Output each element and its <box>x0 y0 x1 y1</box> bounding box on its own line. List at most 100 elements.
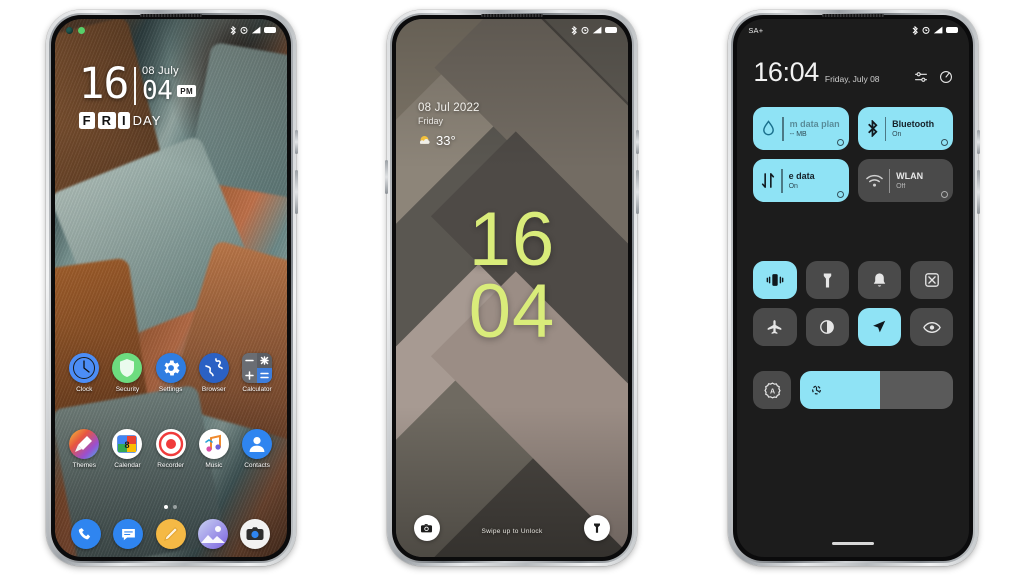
app-label: Clock <box>76 386 93 393</box>
screenshot-toggle[interactable] <box>910 261 954 299</box>
quick-toggle-grid <box>753 261 954 346</box>
signal-icon <box>934 26 943 34</box>
app-recorder[interactable]: Recorder <box>149 429 192 469</box>
camera-icon[interactable] <box>240 519 271 549</box>
volume-button[interactable] <box>294 130 298 154</box>
app-clock[interactable]: Clock <box>63 353 106 393</box>
phone-icon[interactable] <box>70 519 101 549</box>
app-label: Calendar <box>114 462 141 469</box>
app-label: Contacts <box>244 462 270 469</box>
qs-clock: 16:04 <box>753 57 819 87</box>
notes-icon[interactable] <box>155 519 186 549</box>
app-label: Settings <box>158 386 183 393</box>
brightness-row: A <box>753 371 954 409</box>
tile-separator <box>888 168 891 193</box>
lock-clock-hour: 16 <box>468 197 556 282</box>
status-bar <box>396 19 628 41</box>
app-contacts[interactable]: Contacts <box>235 429 278 469</box>
tile-data-plan[interactable]: m data plan -- MB <box>753 107 849 150</box>
signal-icon <box>251 26 261 34</box>
app-calculator[interactable]: Calculator <box>235 353 278 393</box>
location-toggle[interactable] <box>857 308 902 346</box>
power-button[interactable] <box>977 170 981 214</box>
app-label: Calculator <box>242 386 272 393</box>
lock-weekday: Friday <box>417 116 443 126</box>
carrier-label: SA+ <box>748 25 764 35</box>
alarm-icon <box>581 26 589 34</box>
battery-icon <box>604 26 617 34</box>
airplane-toggle[interactable] <box>753 308 797 346</box>
weekday-suffix: DAY <box>132 112 162 128</box>
vibrate-toggle[interactable] <box>753 261 797 299</box>
app-label: Security <box>115 386 140 393</box>
power-icon[interactable] <box>939 70 953 84</box>
tile-mobile-data[interactable]: e data On <box>753 159 849 202</box>
clock-minute: 04 <box>141 76 173 106</box>
status-led-icon <box>77 26 85 34</box>
brightness-icon <box>812 385 822 395</box>
lock-clock-minute: 04 <box>468 269 556 355</box>
clock-hour: 16 <box>78 59 130 109</box>
tile-title: WLAN <box>896 171 924 182</box>
volume-button[interactable] <box>977 130 981 154</box>
phone-mockups-stage: 16 08 July 04 PM F R I DAY Clock Securit… <box>0 0 1024 576</box>
phone-3-screen: SA+ 16:04 Friday, July 08 m data plan --… <box>737 19 970 557</box>
clock-widget: 16 08 July 04 PM F R I DAY <box>78 59 197 129</box>
lockscreen-clock: 16 04 <box>396 197 628 355</box>
flashlight-icon <box>823 273 831 287</box>
tile-bluetooth[interactable]: Bluetooth On <box>857 107 954 150</box>
app-music[interactable]: Music <box>192 429 235 469</box>
unlock-hint: Swipe up to Unlock <box>481 528 543 535</box>
status-icons <box>912 25 959 35</box>
status-bar <box>55 19 287 41</box>
tile-title: e data <box>788 171 815 182</box>
brightness-slider[interactable] <box>800 371 954 409</box>
bluetooth-icon <box>867 120 878 137</box>
page-indicator[interactable] <box>55 505 287 509</box>
notifications-toggle[interactable] <box>857 261 902 299</box>
power-button[interactable] <box>294 170 298 214</box>
sun-icon <box>419 136 430 144</box>
tile-wlan[interactable]: WLAN Off <box>857 159 954 202</box>
tile-settings-icon[interactable] <box>941 139 949 146</box>
app-settings[interactable]: Settings <box>149 353 192 393</box>
auto-brightness-label: A <box>770 387 775 395</box>
auto-brightness-button[interactable]: A <box>753 371 792 409</box>
dock <box>55 519 287 549</box>
app-label: Themes <box>72 462 96 469</box>
app-security[interactable]: Security <box>106 353 149 393</box>
tile-settings-icon[interactable] <box>941 191 949 198</box>
lock-date: 08 Jul 2022 <box>417 102 480 114</box>
app-themes[interactable]: Themes <box>63 429 106 469</box>
eye-icon <box>922 321 941 333</box>
eye-comfort-toggle[interactable] <box>910 308 954 346</box>
sliders-icon[interactable] <box>914 70 928 84</box>
camera-punch-hole <box>65 26 85 34</box>
alarm-icon <box>240 26 248 34</box>
tile-settings-icon[interactable] <box>836 139 844 146</box>
app-browser[interactable]: Browser <box>192 353 235 393</box>
gallery-icon[interactable] <box>198 519 229 549</box>
app-calendar[interactable]: 8 Calendar <box>106 429 149 469</box>
qs-date: Friday, July 08 <box>824 74 880 84</box>
flashlight-toggle[interactable] <box>805 261 849 299</box>
extra-button[interactable] <box>384 160 388 194</box>
tile-settings-icon[interactable] <box>836 191 844 198</box>
tile-subtitle: Off <box>896 182 906 190</box>
volume-button[interactable] <box>635 130 639 154</box>
front-camera-icon <box>65 26 73 34</box>
calendar-icon: 8 <box>112 429 143 459</box>
data-drop-icon <box>763 120 775 136</box>
earpiece-speaker <box>822 14 885 17</box>
home-indicator[interactable] <box>832 542 875 545</box>
weather-widget[interactable]: 33° <box>418 133 480 148</box>
page-dot-active <box>164 505 169 509</box>
power-button[interactable] <box>635 170 639 214</box>
phone-2-lock: 08 Jul 2022 Friday 33° 16 04 Swipe up to… <box>384 10 639 566</box>
app-grid-row-2: Themes 8 Calendar Recorder Music Contact… <box>55 429 287 469</box>
messages-icon[interactable] <box>113 519 144 549</box>
dark-mode-toggle[interactable] <box>805 308 849 346</box>
battery-icon <box>263 26 276 34</box>
phone-1-screen: 16 08 July 04 PM F R I DAY Clock Securit… <box>54 19 287 557</box>
recorder-icon <box>155 429 186 459</box>
